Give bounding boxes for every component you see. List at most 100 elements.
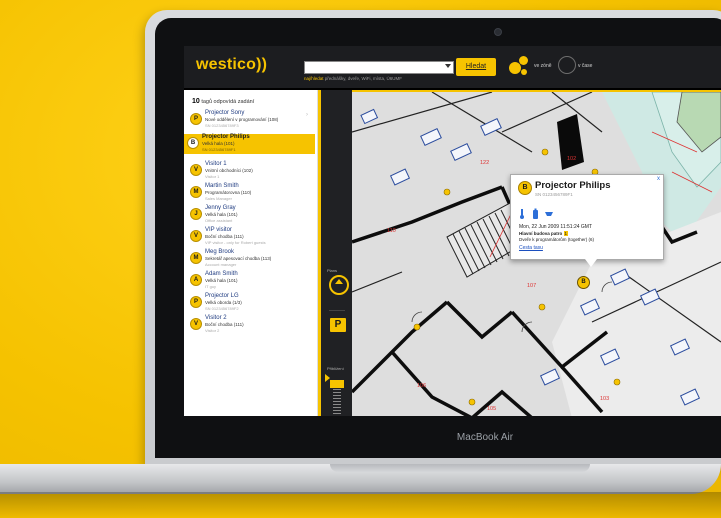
room-label: 107 (527, 283, 536, 289)
tag-name[interactable]: Jenny Gray (205, 205, 236, 211)
room-label: 103 (600, 396, 609, 402)
tag-info-popup: B Projector Philips SN 0123456789F1 x Mo… (510, 174, 664, 267)
app-screen: westico)) naj/hledat přednášky, dveře, W… (184, 46, 721, 416)
tag-badge: V (190, 164, 202, 176)
map-toolbar: Plans P Přiblížení (318, 90, 355, 416)
tag-name[interactable]: Adam Smith (205, 271, 238, 277)
tag-badge: P (190, 296, 202, 308)
tag-location: Velká hala (101) (205, 278, 238, 283)
room-label: 106 (417, 383, 426, 389)
tag-badge: B (187, 137, 199, 149)
tag-name[interactable]: VIP visitor (205, 227, 232, 233)
tag-location: Nové oddělení v programování (108) (205, 117, 279, 122)
room-label: 110 (387, 228, 396, 234)
room-label: 102 (567, 156, 576, 162)
tag-subtitle: IT guy (205, 284, 217, 289)
laptop-shadow (0, 492, 721, 518)
list-item[interactable]: V Visitor 1 Vnitrní obchodníci (102) Vis… (187, 161, 312, 181)
list-item[interactable]: V VIP visitor Boční chodba (111) VIP vis… (187, 227, 312, 247)
list-item-selected[interactable]: B Projector Philips Velká hala (101) SN … (184, 134, 315, 154)
tag-name[interactable]: Visitor 1 (205, 161, 227, 167)
tag-badge: J (190, 208, 202, 220)
thermometer-icon (521, 209, 523, 216)
app-logo[interactable]: westico)) (196, 56, 267, 74)
history-label[interactable]: v čase (578, 63, 592, 69)
popup-badge: B (518, 181, 532, 195)
tag-subtitle: SN 0123456789F3 (205, 123, 239, 128)
tag-badge: P (190, 113, 202, 125)
tag-subtitle: Office assistant (205, 218, 233, 223)
plans-label: Plans (327, 268, 338, 273)
top-bar: westico)) naj/hledat přednášky, dveře, W… (184, 46, 721, 90)
list-item[interactable]: M Martin Smith Programátorovna (110) Sal… (187, 183, 312, 203)
tag-location: Velká hala (101) (205, 212, 238, 217)
popup-tail (585, 259, 597, 267)
tag-location: Velká oborda (1/3) (205, 300, 242, 305)
tag-name[interactable]: Projector LG (205, 293, 239, 299)
tag-location: Boční chodba (111) (205, 234, 244, 239)
battery-icon (533, 210, 538, 219)
results-count-label: tagů odpovídá zadání (201, 99, 255, 105)
clock-icon[interactable] (558, 56, 576, 74)
device-label: MacBook Air (456, 432, 514, 443)
tag-subtitle: Account manager (205, 262, 237, 267)
tag-name[interactable]: Projector Philips (202, 134, 250, 140)
tag-name[interactable]: Visitor 2 (205, 315, 227, 321)
tag-name[interactable]: Meg Brook (205, 249, 234, 255)
search-hint: naj/hledat přednášky, dveře, WiFi, místa… (304, 76, 402, 81)
tag-location: Programátorovna (110) (205, 190, 252, 195)
popup-icons (519, 207, 559, 225)
tag-location: Sekretář apesovací chodba (113) (205, 256, 272, 261)
tag-subtitle: Visitor 2 (205, 328, 220, 333)
zoom-slider-handle[interactable] (330, 380, 344, 388)
tag-badge: M (190, 186, 202, 198)
zone-label[interactable]: ve zóně (534, 63, 552, 69)
tag-subtitle: SN 0123456789F2 (205, 306, 239, 311)
list-item[interactable]: P Projector Sony Nové oddělení v program… (187, 110, 312, 130)
tag-badge: A (190, 274, 202, 286)
search-hint-text: přednášky, dveře, WiFi, místa, Ú6UMF (324, 76, 402, 81)
tag-location: Boční chodba (111) (205, 322, 244, 327)
list-item[interactable]: P Projector LG Velká oborda (1/3) SN 012… (187, 293, 312, 313)
popup-building: Hlavní budova patro 1 (519, 231, 569, 236)
tag-subtitle: VIP visitor - only for Robert guests (205, 240, 266, 245)
room-label: 105 (487, 406, 496, 412)
laptop-base-lip (330, 464, 590, 472)
tag-subtitle: Visitor 1 (205, 174, 220, 179)
results-count-number: 10 (192, 98, 200, 105)
toolbar-divider (329, 310, 345, 311)
tag-name[interactable]: Projector Sony (205, 110, 244, 116)
popup-zone: Dveře k programátorům (together) (6) (519, 237, 595, 242)
list-item[interactable]: M Meg Brook Sekretář apesovací chodba (1… (187, 249, 312, 269)
results-count: 10 tagů odpovídá zadání (192, 98, 254, 105)
signal-icon (545, 212, 553, 216)
list-item[interactable]: V Visitor 2 Boční chodba (111) Visitor 2 (187, 315, 312, 335)
compass-icon[interactable] (329, 275, 349, 295)
parking-button[interactable]: P (330, 318, 346, 332)
list-item[interactable]: J Jenny Gray Velká hala (101) Office ass… (187, 205, 312, 225)
search-input[interactable] (304, 61, 454, 74)
tag-name[interactable]: Martin Smith (205, 183, 239, 189)
tag-marker-b[interactable]: B (577, 276, 590, 289)
tag-subtitle: SN 0123456789F1 (202, 147, 236, 152)
popup-title: Projector Philips (535, 180, 611, 191)
results-list: 10 tagů odpovídá zadání P Projector Sony… (184, 90, 318, 416)
popup-serial: SN 0123456789F1 (535, 192, 573, 197)
room-label: 122 (480, 160, 489, 166)
tag-location: Velká hala (101) (202, 141, 235, 146)
tag-badge: V (190, 230, 202, 242)
close-icon[interactable]: x (657, 176, 660, 182)
tag-badge: M (190, 252, 202, 264)
popup-route-link[interactable]: Cesta tasu (519, 245, 543, 251)
search-button[interactable]: Hledat (456, 58, 496, 76)
popup-building-name: Hlavní budova patro (519, 231, 563, 236)
list-item[interactable]: A Adam Smith Velká hala (101) IT guy (187, 271, 312, 291)
popup-date: Mon, 22 Jun 2009 11:51:24 GMT (519, 224, 593, 230)
zoom-label: Přiblížení (327, 366, 344, 371)
expand-icon[interactable]: › (306, 112, 308, 118)
camera-icon (494, 28, 502, 36)
tag-location: Vnitrní obchodníci (102) (205, 168, 253, 173)
search-hint-prefix: naj/hledat (304, 76, 324, 81)
dropdown-arrow-icon[interactable] (445, 64, 451, 68)
tag-badge: V (190, 318, 202, 330)
